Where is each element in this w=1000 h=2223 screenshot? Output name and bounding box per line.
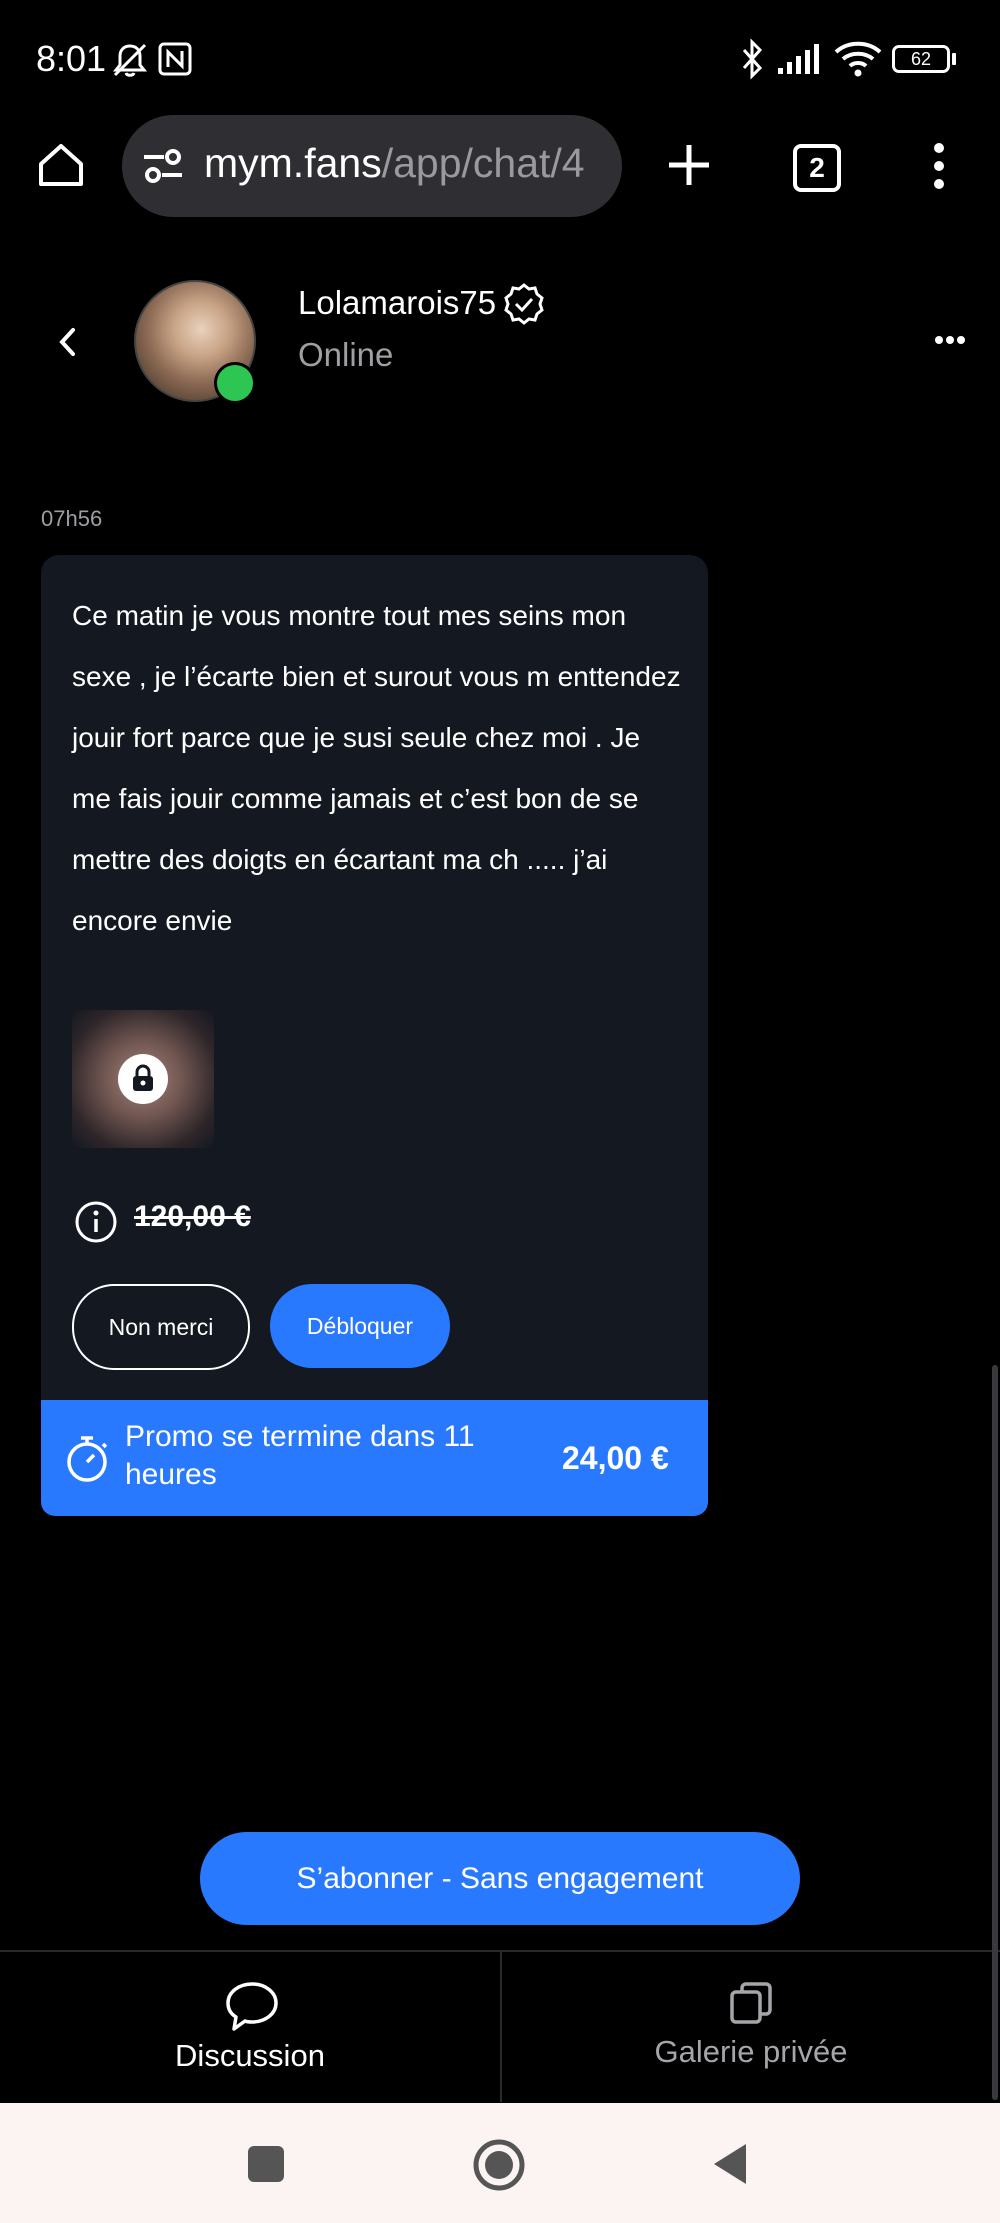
gallery-icon (730, 1982, 772, 2024)
message-timestamp: 07h56 (41, 506, 103, 531)
url-path: /app/chat/4 (381, 140, 585, 186)
chat-bubble-icon (226, 1982, 278, 2031)
bluetooth-icon (742, 38, 763, 80)
home-nav-icon[interactable] (472, 2138, 526, 2192)
message-text: Ce matin je vous montre tout mes seins m… (72, 600, 681, 936)
url-host: mym.fans (204, 140, 382, 186)
recent-apps-icon[interactable] (246, 2144, 286, 2184)
new-tab-icon[interactable] (666, 142, 712, 188)
scrollbar[interactable] (992, 1365, 998, 2100)
online-indicator (214, 362, 256, 404)
back-icon[interactable] (56, 326, 78, 358)
signal-icon (778, 44, 819, 74)
more-options-icon[interactable] (934, 334, 966, 346)
tab-switcher-button[interactable]: 2 (793, 144, 841, 192)
timer-icon (67, 1436, 108, 1482)
decline-button[interactable]: Non merci (72, 1284, 250, 1370)
home-icon[interactable] (36, 140, 86, 190)
tab-private-gallery[interactable] (502, 1952, 1000, 2102)
username[interactable]: Lolamarois75 (298, 284, 496, 322)
battery-tip (952, 53, 956, 65)
online-status: Online (298, 336, 394, 373)
original-price: 120,00 € (134, 1200, 251, 1233)
wifi-icon (834, 41, 882, 77)
mute-bell-icon (112, 43, 148, 77)
battery-icon: 62 (892, 45, 950, 73)
site-settings-icon[interactable] (142, 148, 184, 184)
lock-icon (133, 1064, 153, 1091)
promo-text: Promo se termine dans 11 heures (125, 1420, 475, 1491)
subscribe-button[interactable]: S’abonner - Sans engagement (200, 1832, 800, 1925)
tab-private-gallery-label: Galerie privée (654, 2034, 848, 2069)
tab-discussion-label: Discussion (175, 2038, 325, 2073)
battery-level: 62 (910, 49, 932, 69)
browser-menu-icon[interactable] (928, 140, 950, 192)
nfc-icon (158, 42, 192, 76)
status-time: 8:01 (36, 38, 107, 79)
promo-price: 24,00 € (562, 1440, 669, 1476)
url-text[interactable]: mym.fans/app/chat/4 (204, 140, 608, 187)
unlock-button[interactable]: Débloquer (270, 1284, 450, 1368)
info-icon[interactable] (74, 1200, 118, 1244)
back-nav-icon[interactable] (710, 2140, 750, 2188)
verified-badge-icon (504, 283, 544, 325)
